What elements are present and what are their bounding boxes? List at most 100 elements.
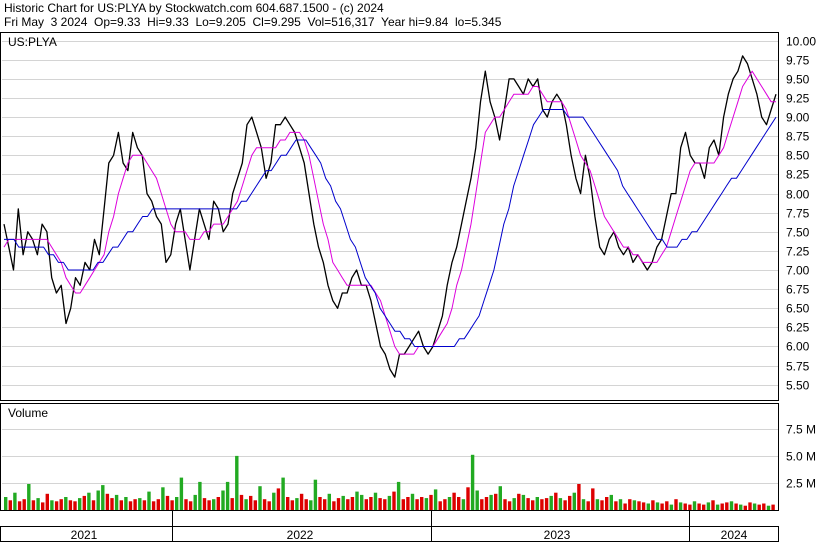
volume-bar: [433, 489, 438, 510]
volume-bar: [383, 499, 387, 510]
volume-bar: [757, 504, 761, 510]
volume-bar: [170, 500, 174, 510]
volume-bar: [628, 499, 632, 510]
volume-bar: [253, 500, 257, 510]
volume-bar: [355, 491, 359, 510]
volume-bar: [198, 481, 202, 510]
volume-bar: [262, 499, 267, 510]
volume-bar: [637, 501, 641, 510]
price-tick-label: 8.75: [786, 130, 810, 144]
volume-bar: [572, 492, 576, 510]
price-panel-title: US:PLYA: [8, 35, 57, 49]
volume-bar: [503, 499, 507, 510]
volume-bar: [286, 497, 290, 510]
volume-tick-label: 5.0 M: [786, 450, 816, 464]
volume-bar: [313, 479, 318, 510]
price-tick-label: 7.00: [786, 264, 810, 278]
volume-bar: [295, 498, 299, 510]
volume-bar: [147, 491, 151, 510]
price-tick-label: 8.50: [786, 149, 810, 163]
price-panel-frame: [0, 32, 779, 401]
price-tick-label: 7.25: [786, 245, 810, 259]
volume-bar: [267, 501, 271, 510]
volume-bar: [193, 494, 197, 510]
volume-bar: [586, 501, 590, 510]
volume-bar: [346, 499, 350, 510]
volume-bar: [461, 499, 466, 510]
chart-page: Historic Chart for US:PLYA by Stockwatch…: [0, 0, 830, 543]
volume-bar: [360, 494, 364, 510]
volume-bar: [27, 484, 31, 510]
volume-bar: [734, 503, 738, 510]
volume-bar: [563, 500, 567, 510]
volume-bar: [535, 497, 539, 510]
volume-bar: [165, 495, 170, 510]
volume-panel-title: Volume: [8, 406, 48, 420]
volume-bar: [50, 500, 54, 510]
price-tick-label: 5.75: [786, 360, 810, 374]
volume-bar: [22, 499, 26, 510]
volume-bar: [406, 497, 410, 510]
volume-bar: [651, 500, 655, 510]
year-label: 2023: [544, 528, 571, 542]
volume-bar: [438, 501, 442, 510]
volume-bar: [387, 495, 392, 510]
volume-bar: [420, 497, 424, 510]
volume-bar: [87, 492, 91, 510]
volume-bar: [212, 499, 216, 510]
volume-bar: [475, 490, 479, 510]
price-tick-label: 9.25: [786, 92, 810, 106]
volume-bar: [318, 497, 322, 510]
volume-bar: [202, 498, 207, 510]
volume-bar: [558, 498, 563, 510]
volume-bar: [771, 504, 775, 510]
volume-bar: [480, 499, 484, 510]
volume-bar: [68, 500, 73, 510]
volume-bar: [531, 500, 535, 510]
volume-bar: [59, 499, 63, 510]
volume-bar: [258, 486, 262, 510]
price-tick-label: 9.50: [786, 73, 810, 87]
price-lines: [3, 55, 777, 378]
price-tick-label: 6.75: [786, 283, 810, 297]
volume-bar: [64, 497, 68, 510]
volume-bar: [577, 484, 581, 510]
volume-tick-label: 2.5 M: [786, 477, 816, 491]
series-line-ma-short: [3, 70, 776, 355]
volume-bar: [184, 499, 188, 510]
volume-bar: [350, 497, 355, 510]
volume-bar: [78, 498, 82, 510]
volume-bar: [762, 503, 766, 510]
volume-bar: [230, 498, 234, 510]
volume-bar: [216, 497, 220, 510]
volume-bar: [706, 502, 711, 510]
volume-bar: [133, 499, 137, 510]
volume-bar: [568, 495, 572, 510]
volume-bar: [494, 493, 498, 510]
volume-bar: [443, 499, 447, 510]
volume-bar: [507, 501, 512, 510]
volume-bar: [373, 492, 378, 510]
volume-bar: [678, 502, 683, 510]
volume-bar: [142, 500, 147, 510]
volume-bar: [235, 455, 239, 510]
volume-bar: [632, 500, 637, 510]
volume-bar: [549, 495, 553, 510]
volume-bar: [161, 487, 165, 510]
volume-bar: [591, 488, 595, 510]
volume-bar: [332, 501, 336, 510]
price-tick-label: 7.75: [786, 207, 810, 221]
volume-bar: [225, 481, 230, 510]
volume-bar: [641, 502, 646, 510]
volume-bar: [729, 501, 734, 510]
volume-bar: [683, 503, 687, 510]
volume-bar: [669, 504, 674, 510]
volume-bar: [281, 477, 285, 510]
volume-bar: [36, 498, 40, 510]
volume-bar: [156, 499, 160, 510]
volume-bar: [605, 497, 609, 510]
volume-bar: [429, 494, 433, 510]
price-tick-label: 6.00: [786, 340, 810, 354]
volume-bar: [249, 495, 253, 510]
date-axis-frame: [0, 526, 779, 542]
